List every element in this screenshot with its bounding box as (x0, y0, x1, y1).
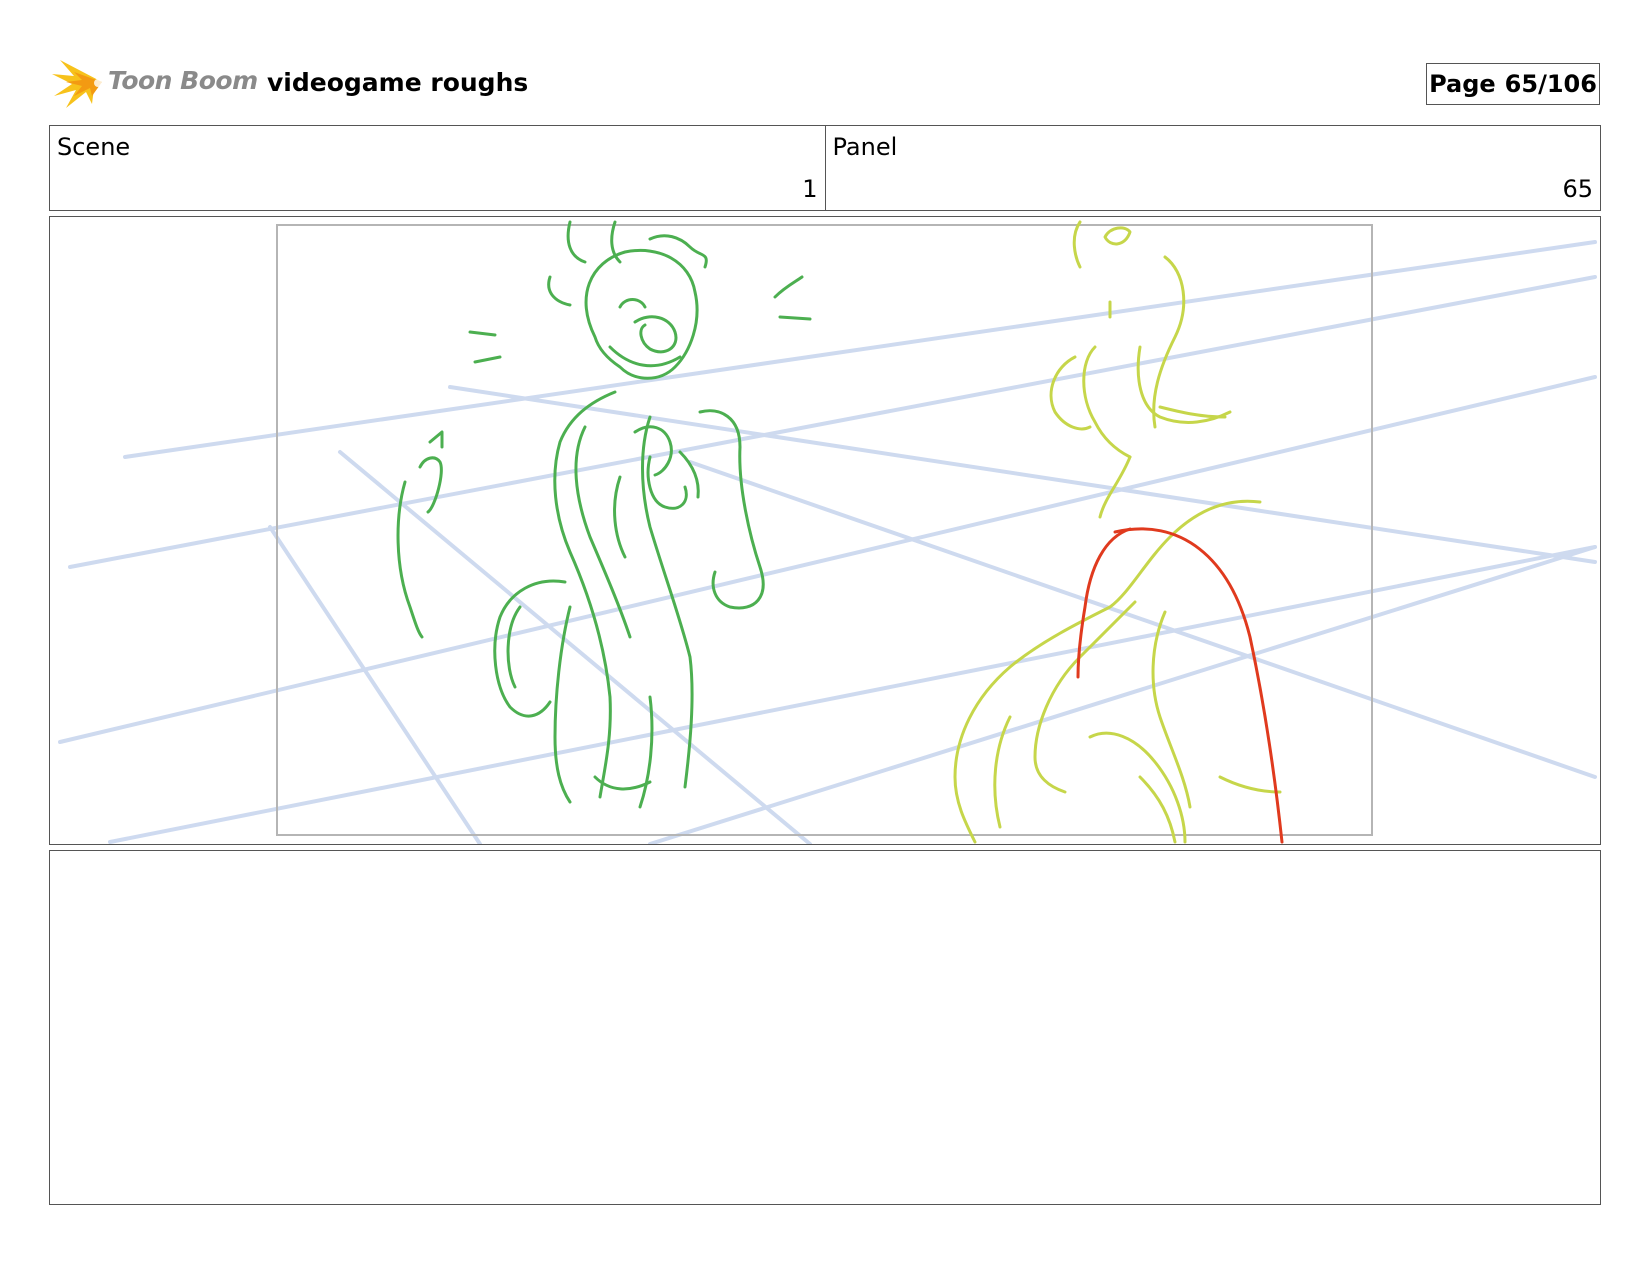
notes-panel (49, 850, 1601, 1205)
scene-value: 1 (802, 175, 818, 203)
toon-boom-logo: Toon Boom (52, 56, 258, 112)
storyboard-image-panel (49, 216, 1601, 845)
page-indicator: Page 65/106 (1426, 63, 1600, 105)
perspective-grid (58, 240, 1597, 844)
scene-panel-row: Scene 1 Panel 65 (49, 125, 1601, 211)
left-character-sketch (396, 220, 812, 809)
panel-label: Panel (832, 133, 898, 161)
project-title: videogame roughs (267, 68, 529, 97)
starburst-logo-icon (52, 60, 102, 108)
scene-label: Scene (57, 133, 131, 161)
storyboard-sketch-image (58, 220, 1597, 844)
logo-text: Toon Boom (108, 66, 258, 95)
red-accent-sketch (1076, 527, 1284, 844)
scene-cell: Scene 1 (50, 126, 825, 210)
camera-frame (276, 224, 1373, 836)
page-label: Page (1429, 70, 1496, 98)
page-number: 65/106 (1504, 70, 1597, 98)
panel-value: 65 (1562, 175, 1593, 203)
panel-cell: Panel 65 (824, 126, 1601, 210)
